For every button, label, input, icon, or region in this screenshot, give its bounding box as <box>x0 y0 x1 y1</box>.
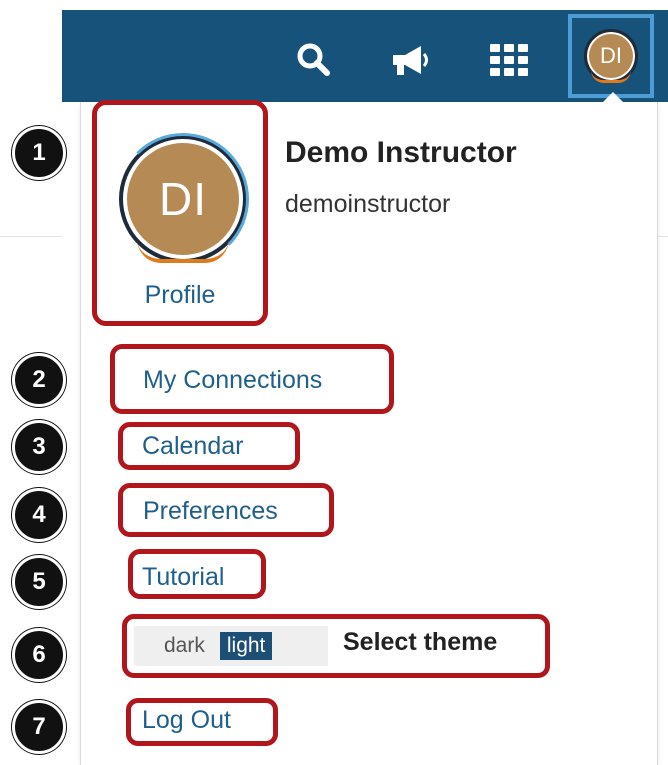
avatar-initials: DI <box>600 43 622 68</box>
screen: DI DI Profile Demo Instructor demoinstru… <box>0 0 668 765</box>
step-marker: 7 <box>12 700 66 754</box>
menu-item-tutorial[interactable]: Tutorial <box>142 563 224 592</box>
step-marker: 1 <box>12 126 66 180</box>
user-menu-button[interactable]: DI <box>568 14 654 98</box>
divider <box>0 236 62 237</box>
step-marker: 5 <box>12 555 66 609</box>
top-nav-bar: DI <box>62 10 668 102</box>
menu-item-log-out[interactable]: Log Out <box>142 706 231 735</box>
avatar: DI <box>584 29 638 83</box>
profile-avatar[interactable]: DI <box>117 133 249 265</box>
search-icon[interactable] <box>293 39 335 81</box>
user-username: demoinstructor <box>285 190 451 218</box>
step-marker: 4 <box>12 488 66 542</box>
dropdown-caret <box>602 92 624 103</box>
profile-link[interactable]: Profile <box>97 281 263 310</box>
step-marker: 2 <box>12 353 66 407</box>
step-marker: 6 <box>12 628 66 682</box>
menu-item-my-connections[interactable]: My Connections <box>143 366 322 395</box>
theme-label: Select theme <box>343 628 498 656</box>
menu-item-calendar[interactable]: Calendar <box>142 432 243 461</box>
user-display-name: Demo Instructor <box>285 136 517 169</box>
profile-avatar-initials: DI <box>159 173 207 225</box>
step-marker: 3 <box>12 420 66 474</box>
theme-option-dark[interactable]: dark <box>157 632 212 660</box>
theme-option-light[interactable]: light <box>219 632 273 660</box>
megaphone-icon[interactable] <box>386 39 432 81</box>
profile-card[interactable]: DI Profile <box>92 100 268 326</box>
theme-toggle[interactable]: dark light <box>134 626 328 666</box>
menu-item-preferences[interactable]: Preferences <box>143 497 278 526</box>
grid-icon[interactable] <box>484 37 534 83</box>
